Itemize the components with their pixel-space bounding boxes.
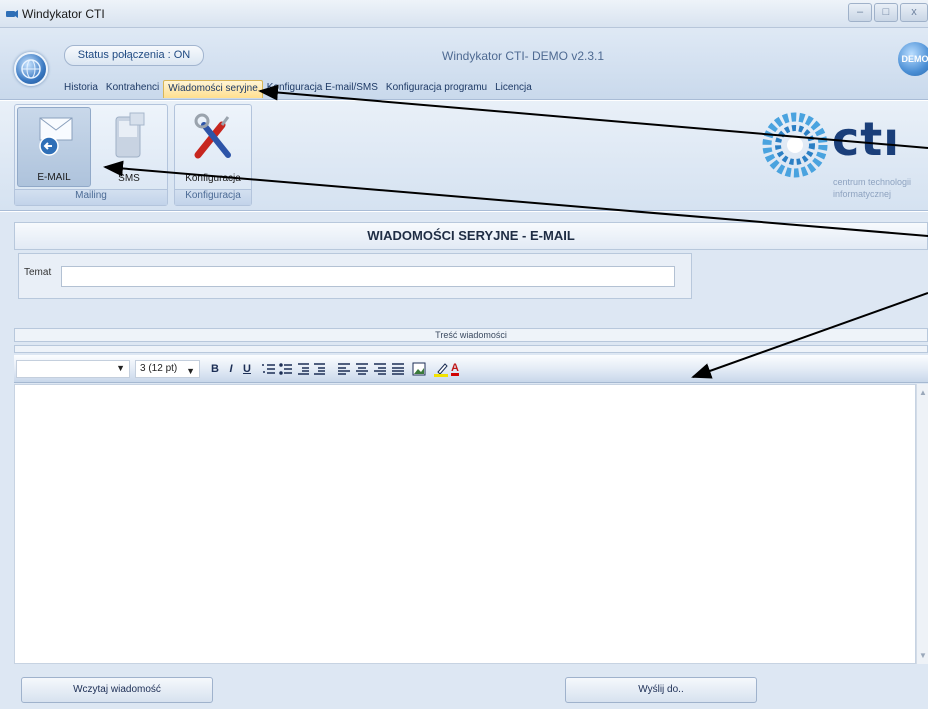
email-button[interactable]: E-MAIL xyxy=(17,107,91,187)
chevron-down-icon: ▼ xyxy=(116,363,125,373)
highlight-icon[interactable] xyxy=(434,363,448,377)
mailing-group-label: Mailing xyxy=(15,189,167,205)
subject-input[interactable] xyxy=(61,266,675,287)
bold-button[interactable]: B xyxy=(208,360,222,378)
logo-text: ctı xyxy=(832,112,901,166)
scroll-down-icon[interactable]: ▼ xyxy=(919,651,927,660)
tab-kontrahenci[interactable]: Kontrahenci xyxy=(102,80,163,98)
phone-icon xyxy=(115,112,145,158)
image-icon[interactable] xyxy=(412,362,426,376)
logo-line-1: centrum technologii xyxy=(833,177,912,187)
font-family-select[interactable]: ▼ xyxy=(16,360,130,378)
font-size-value: 3 (12 pt) xyxy=(140,363,178,374)
scroll-up-icon[interactable]: ▲ xyxy=(919,388,927,397)
indent-icon[interactable] xyxy=(314,363,325,375)
chevron-down-icon: ▼ xyxy=(186,366,195,376)
font-color-icon[interactable]: A xyxy=(448,359,462,377)
sms-button-label: SMS xyxy=(118,173,140,184)
tab-licencja[interactable]: Licencja xyxy=(491,80,536,98)
tab-wiadomosci-seryjne[interactable]: Wiadomości seryjne xyxy=(163,80,263,98)
title-bar: Windykator CTI – □ x xyxy=(0,0,928,28)
tools-icon xyxy=(194,113,231,159)
load-message-button[interactable]: Wczytaj wiadomość xyxy=(21,677,213,703)
app-title: Windykator CTI- DEMO v2.3.1 xyxy=(442,49,605,63)
underline-button[interactable]: U xyxy=(240,360,254,378)
page-title: WIADOMOŚCI SERYJNE - E-MAIL xyxy=(14,222,928,250)
konfiguracja-button[interactable]: Konfiguracja xyxy=(176,107,250,187)
konfiguracja-button-label: Konfiguracja xyxy=(185,173,241,184)
app-menu-orb-icon[interactable] xyxy=(14,52,48,86)
italic-button[interactable]: I xyxy=(224,360,238,378)
outdent-icon[interactable] xyxy=(298,363,309,375)
divider xyxy=(14,345,928,353)
align-center-icon[interactable] xyxy=(356,363,368,375)
numbered-list-icon[interactable] xyxy=(262,364,275,374)
tab-konfiguracja-email-sms[interactable]: Konfiguracja E-mail/SMS xyxy=(263,80,382,98)
align-left-icon[interactable] xyxy=(338,363,350,375)
sms-button[interactable]: SMS xyxy=(92,107,166,187)
email-button-label: E-MAIL xyxy=(37,172,71,183)
tab-konfiguracja-programu[interactable]: Konfiguracja programu xyxy=(382,80,491,98)
align-right-icon[interactable] xyxy=(374,363,386,375)
connection-status: Status połączenia : ON xyxy=(64,45,204,66)
format-icons-strip xyxy=(262,362,448,377)
logo-line-2: informatycznej xyxy=(833,189,892,199)
justify-icon[interactable] xyxy=(392,363,404,375)
maximize-button[interactable]: □ xyxy=(874,3,898,22)
close-button[interactable]: x xyxy=(900,3,928,22)
tab-historia[interactable]: Historia xyxy=(60,80,102,98)
config-group-label: Konfiguracja xyxy=(175,189,251,205)
send-to-button[interactable]: Wyślij do.. xyxy=(565,677,757,703)
bullet-list-icon[interactable] xyxy=(279,363,292,375)
app-icon xyxy=(6,10,18,18)
editor-scrollbar[interactable]: ▲ ▼ xyxy=(916,384,928,664)
envelope-icon xyxy=(39,117,73,156)
message-body-editor[interactable] xyxy=(14,384,916,664)
cti-emblem-icon xyxy=(762,112,828,178)
window-title: Windykator CTI xyxy=(22,7,105,21)
body-label: Treść wiadomości xyxy=(14,328,928,342)
main-menu: Historia Kontrahenci Wiadomości seryjne … xyxy=(60,80,536,98)
subject-label: Temat xyxy=(24,267,52,278)
logo-subtitle: centrum technologii informatycznej xyxy=(833,176,911,200)
minimize-button[interactable]: – xyxy=(848,3,872,22)
globe-icon xyxy=(21,59,41,79)
cti-logo: ctı centrum technologii informatycznej xyxy=(760,110,928,206)
demo-badge: DEMO xyxy=(898,42,928,76)
font-size-select[interactable]: 3 (12 pt) ▼ xyxy=(135,360,200,378)
